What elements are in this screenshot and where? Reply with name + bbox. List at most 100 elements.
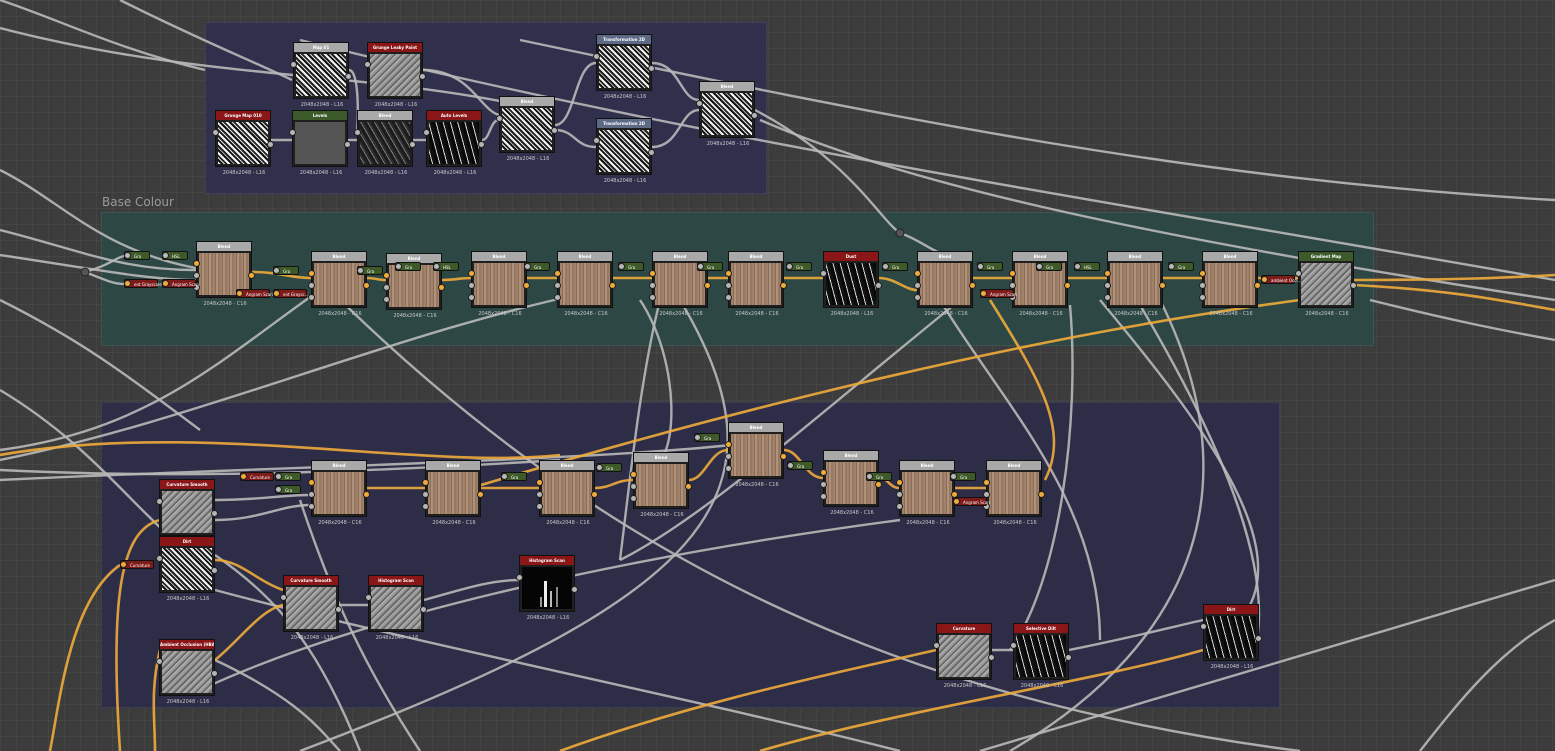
reroute-dot[interactable]	[80, 267, 90, 277]
node-blend[interactable]: Blend 2048x2048 - C16	[308, 251, 370, 317]
output-port[interactable]	[648, 65, 655, 72]
input-port[interactable]	[496, 115, 503, 122]
node-dust[interactable]: Dust 2048x2048 - L16	[820, 251, 882, 317]
pill-port[interactable]	[273, 290, 280, 297]
input-port[interactable]	[383, 296, 390, 303]
output-port[interactable]	[648, 149, 655, 156]
wire-color-link[interactable]	[441, 276, 472, 282]
output-port[interactable]	[211, 567, 218, 574]
wire-color-link[interactable]	[1353, 283, 1555, 312]
input-port[interactable]	[630, 495, 637, 502]
input-port[interactable]	[649, 282, 656, 289]
pill-port[interactable]	[596, 464, 603, 471]
input-port[interactable]	[820, 270, 827, 277]
wire-grayscale-link[interactable]	[1419, 618, 1555, 751]
wire-grayscale-link[interactable]	[422, 68, 500, 117]
input-port[interactable]	[649, 294, 656, 301]
input-port[interactable]	[914, 282, 921, 289]
wire-color-link[interactable]	[48, 563, 121, 751]
input-port[interactable]	[280, 594, 287, 601]
wire-grayscale-link[interactable]	[119, 0, 293, 82]
wire-grayscale-link[interactable]	[0, 228, 197, 272]
output-port[interactable]	[248, 272, 255, 279]
wire-grayscale-link[interactable]	[1099, 299, 1260, 621]
output-port[interactable]	[523, 282, 530, 289]
pill-port[interactable]	[236, 290, 243, 297]
output-port[interactable]	[551, 127, 558, 134]
input-port[interactable]	[193, 260, 200, 267]
node-selective-dilt[interactable]: Selective Dilt 2048x2048 - L16	[1010, 623, 1072, 689]
node-histogram-scan[interactable]: Histogram Scan 2048x2048 - L16	[516, 555, 578, 621]
wire-color-link[interactable]	[214, 558, 284, 592]
input-port[interactable]	[422, 503, 429, 510]
input-port[interactable]	[983, 479, 990, 486]
input-port[interactable]	[696, 100, 703, 107]
input-port[interactable]	[536, 503, 543, 510]
input-port[interactable]	[1199, 294, 1206, 301]
output-port[interactable]	[438, 284, 445, 291]
input-port[interactable]	[193, 272, 200, 279]
input-port[interactable]	[1104, 294, 1111, 301]
input-port[interactable]	[212, 129, 219, 136]
node-blend[interactable]: Blend 2048x2048 - C16	[725, 251, 787, 317]
node-blend[interactable]: Blend 2048x2048 - C16	[308, 460, 370, 526]
pill-node-gra[interactable]: Gra	[786, 262, 812, 271]
input-port[interactable]	[933, 642, 940, 649]
output-port[interactable]	[478, 141, 485, 148]
input-port[interactable]	[308, 270, 315, 277]
pill-port[interactable]	[524, 263, 531, 270]
wire-color-link[interactable]	[1353, 273, 1555, 282]
input-port[interactable]	[156, 658, 163, 665]
pill-node-gra[interactable]: Gra	[694, 433, 720, 442]
input-port[interactable]	[536, 479, 543, 486]
input-port[interactable]	[1200, 623, 1207, 630]
output-port[interactable]	[419, 73, 426, 80]
pill-node-gra[interactable]: Gra	[882, 262, 908, 271]
wire-grayscale-link[interactable]	[519, 38, 1555, 202]
node-auto-levels[interactable]: Auto Levels 2048x2048 - L16	[423, 110, 485, 176]
node-grunge-map-010[interactable]: Grunge Map 010 2048x2048 - L16	[212, 110, 274, 176]
node-blend[interactable]: Blend 2048x2048 - C16	[630, 452, 692, 518]
pill-port[interactable]	[124, 252, 131, 259]
input-port[interactable]	[423, 129, 430, 136]
input-port[interactable]	[725, 282, 732, 289]
input-port[interactable]	[364, 61, 371, 68]
input-port[interactable]	[1009, 282, 1016, 289]
wire-color-link[interactable]	[366, 276, 387, 282]
wire-color-link[interactable]	[878, 276, 918, 292]
output-port[interactable]	[751, 112, 758, 119]
node-grunge-leaky-paint[interactable]: Grunge Leaky Paint 2048x2048 - L16	[364, 42, 426, 108]
output-port[interactable]	[1254, 282, 1261, 289]
pill-node-gra[interactable]: Gra	[618, 262, 644, 271]
pill-node-gra[interactable]: Gra	[950, 472, 976, 481]
pill-port[interactable]	[275, 486, 282, 493]
pill-port[interactable]	[120, 561, 127, 568]
pill-node-gra[interactable]: Gra	[501, 472, 527, 481]
pill-node-gra[interactable]: Gra	[124, 251, 150, 260]
output-port[interactable]	[609, 282, 616, 289]
node-blend[interactable]: Blend 2048x2048 - C16	[536, 460, 598, 526]
input-port[interactable]	[725, 453, 732, 460]
input-port[interactable]	[725, 465, 732, 472]
input-port[interactable]	[725, 270, 732, 277]
pill-port[interactable]	[1074, 263, 1081, 270]
input-port[interactable]	[725, 294, 732, 301]
wire-grayscale-link[interactable]	[214, 493, 312, 502]
pill-port[interactable]	[501, 473, 508, 480]
input-port[interactable]	[365, 594, 372, 601]
pill-node-gra[interactable]: Gra	[787, 461, 813, 470]
pill-node-gra[interactable]: Gra	[977, 262, 1003, 271]
pill-node-gra[interactable]: Gra	[697, 262, 723, 271]
input-port[interactable]	[308, 503, 315, 510]
wire-color-link[interactable]	[0, 441, 561, 460]
pill-node-hsl[interactable]: HSL	[162, 251, 188, 260]
output-port[interactable]	[780, 282, 787, 289]
wire-grayscale-link[interactable]	[1138, 304, 1261, 641]
output-port[interactable]	[875, 282, 882, 289]
input-port[interactable]	[896, 491, 903, 498]
pill-port[interactable]	[1036, 263, 1043, 270]
output-port[interactable]	[345, 73, 352, 80]
pill-node-gra[interactable]: Gra	[524, 262, 550, 271]
input-port[interactable]	[820, 493, 827, 500]
pill-port[interactable]	[787, 462, 794, 469]
